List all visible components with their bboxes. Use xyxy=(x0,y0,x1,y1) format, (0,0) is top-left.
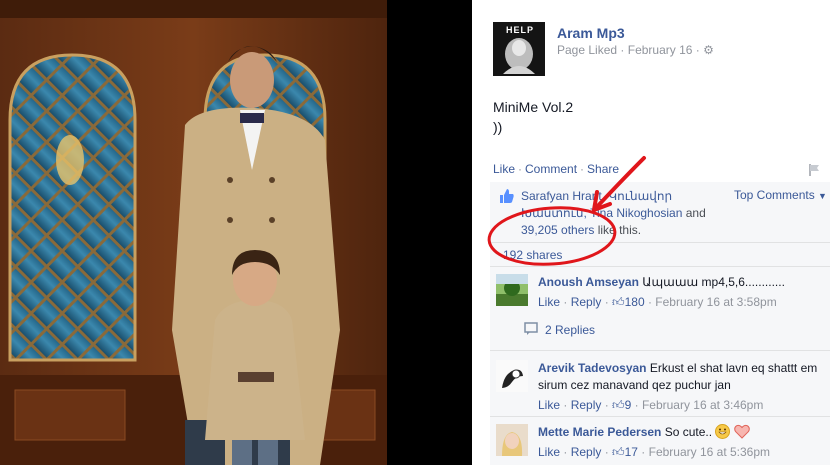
comment-body: Mette Marie Pedersen So cute.. Like · Re… xyxy=(538,424,824,461)
chevron-down-icon: ▼ xyxy=(818,191,827,201)
likers-names-2[interactable]: Խաստուն, Tina Nikoghosian xyxy=(521,206,682,220)
comment-meta: Like · Reply · 👍︎17 · February 16 at 5:3… xyxy=(538,445,771,459)
commenter-avatar[interactable] xyxy=(496,360,528,392)
like-action[interactable]: Like xyxy=(493,162,515,176)
thumbs-up-small-icon[interactable]: 👍︎ xyxy=(612,445,625,459)
post-message: MiniMe Vol.2 )) xyxy=(493,97,573,137)
post-sidebar: HELP Aram Mp3 Page Liked · February 16 ·… xyxy=(472,0,840,465)
heart-emoji-icon xyxy=(734,424,750,439)
post-photo[interactable] xyxy=(0,0,387,465)
replies-link[interactable]: 2 Replies xyxy=(545,323,595,337)
comment-action[interactable]: Comment xyxy=(525,162,577,176)
post-line-1: MiniMe Vol.2 xyxy=(493,99,574,115)
shares-link[interactable]: 192 shares xyxy=(503,248,562,262)
page-avatar[interactable]: HELP xyxy=(493,22,545,76)
flag-icon[interactable] xyxy=(808,163,822,180)
action-separator: · xyxy=(518,162,523,176)
comment-reply-link[interactable]: Reply xyxy=(571,445,602,459)
avatar-text: HELP xyxy=(506,25,535,35)
action-separator-2: · xyxy=(580,162,585,176)
meta-separator: · xyxy=(620,43,628,57)
post-actions: Like · Comment · Share xyxy=(493,162,619,176)
feedback-section: Sarafyan Hrant, Կունավոր Խաստուն, Tina N… xyxy=(490,182,830,465)
photo-viewer[interactable] xyxy=(0,0,472,465)
comment-body: Anoush Amseyan Ապաաա mp4,5,6............… xyxy=(538,274,824,311)
comment-time[interactable]: February 16 at 3:46pm xyxy=(642,398,763,412)
comment-item: Anoush Amseyan Ապաաա mp4,5,6............… xyxy=(490,266,830,315)
commenter-avatar[interactable] xyxy=(496,424,528,456)
comment-item: Arevik Tadevosyan Erkust el shat lavn eq… xyxy=(490,350,830,415)
reply-icon xyxy=(524,322,538,339)
comment-time[interactable]: February 16 at 3:58pm xyxy=(655,295,776,309)
comment-like-link[interactable]: Like xyxy=(538,295,560,309)
likes-suffix: like this. xyxy=(594,223,642,237)
top-comments-dropdown[interactable]: Top Comments ▼ xyxy=(734,188,827,202)
photo-illustration xyxy=(0,0,387,465)
page-meta: Page Liked · February 16 · ⚙ xyxy=(557,43,714,57)
thumbs-up-small-icon[interactable]: 👍︎ xyxy=(612,295,625,309)
post-date[interactable]: February 16 xyxy=(628,43,693,57)
replies-row[interactable]: 2 Replies xyxy=(490,316,830,346)
comment-like-count[interactable]: 180 xyxy=(625,295,645,309)
thumbs-up-small-icon[interactable]: 👍︎ xyxy=(612,398,625,412)
likes-text: Sarafyan Hrant, Կունավոր Խաստուն, Tina N… xyxy=(521,188,731,239)
grin-emoji-icon xyxy=(715,424,733,439)
post-line-2: )) xyxy=(493,119,503,135)
comment-meta: Like · Reply · 👍︎9 · February 16 at 3:46… xyxy=(538,398,764,412)
comment-time[interactable]: February 16 at 5:36pm xyxy=(649,445,770,459)
comment-item: Mette Marie Pedersen So cute.. Like · Re… xyxy=(490,416,830,466)
comment-like-count[interactable]: 17 xyxy=(625,445,638,459)
likes-and: and xyxy=(682,206,706,220)
page-name-link[interactable]: Aram Mp3 xyxy=(557,25,625,41)
commenter-name[interactable]: Arevik Tadevosyan xyxy=(538,361,647,375)
comment-reply-link[interactable]: Reply xyxy=(571,295,602,309)
comment-like-link[interactable]: Like xyxy=(538,398,560,412)
comment-like-link[interactable]: Like xyxy=(538,445,560,459)
comment-text: Ապաաա mp4,5,6............ xyxy=(642,275,785,289)
comment-reply-link[interactable]: Reply xyxy=(571,398,602,412)
comment-meta: Like · Reply · 👍︎180 · February 16 at 3:… xyxy=(538,295,777,309)
commenter-avatar[interactable] xyxy=(496,274,528,306)
others-like-link[interactable]: 39,205 others xyxy=(521,223,594,237)
top-comments-label: Top Comments xyxy=(734,188,815,202)
gear-icon[interactable]: ⚙ xyxy=(703,43,714,57)
likers-names[interactable]: Sarafyan Hrant, Կունավոր xyxy=(521,189,672,203)
commenter-name[interactable]: Anoush Amseyan xyxy=(538,275,639,289)
commenter-name[interactable]: Mette Marie Pedersen xyxy=(538,425,661,439)
likes-summary: Sarafyan Hrant, Կունավոր Խաստուն, Tina N… xyxy=(490,182,830,240)
comment-text: So cute.. xyxy=(664,425,713,439)
shares-row: 192 shares xyxy=(490,242,830,265)
share-action[interactable]: Share xyxy=(587,162,619,176)
page-liked-status[interactable]: Page Liked xyxy=(557,43,617,57)
thumbs-up-icon xyxy=(499,188,515,207)
comment-body: Arevik Tadevosyan Erkust el shat lavn eq… xyxy=(538,360,824,414)
comment-like-count[interactable]: 9 xyxy=(625,398,632,412)
